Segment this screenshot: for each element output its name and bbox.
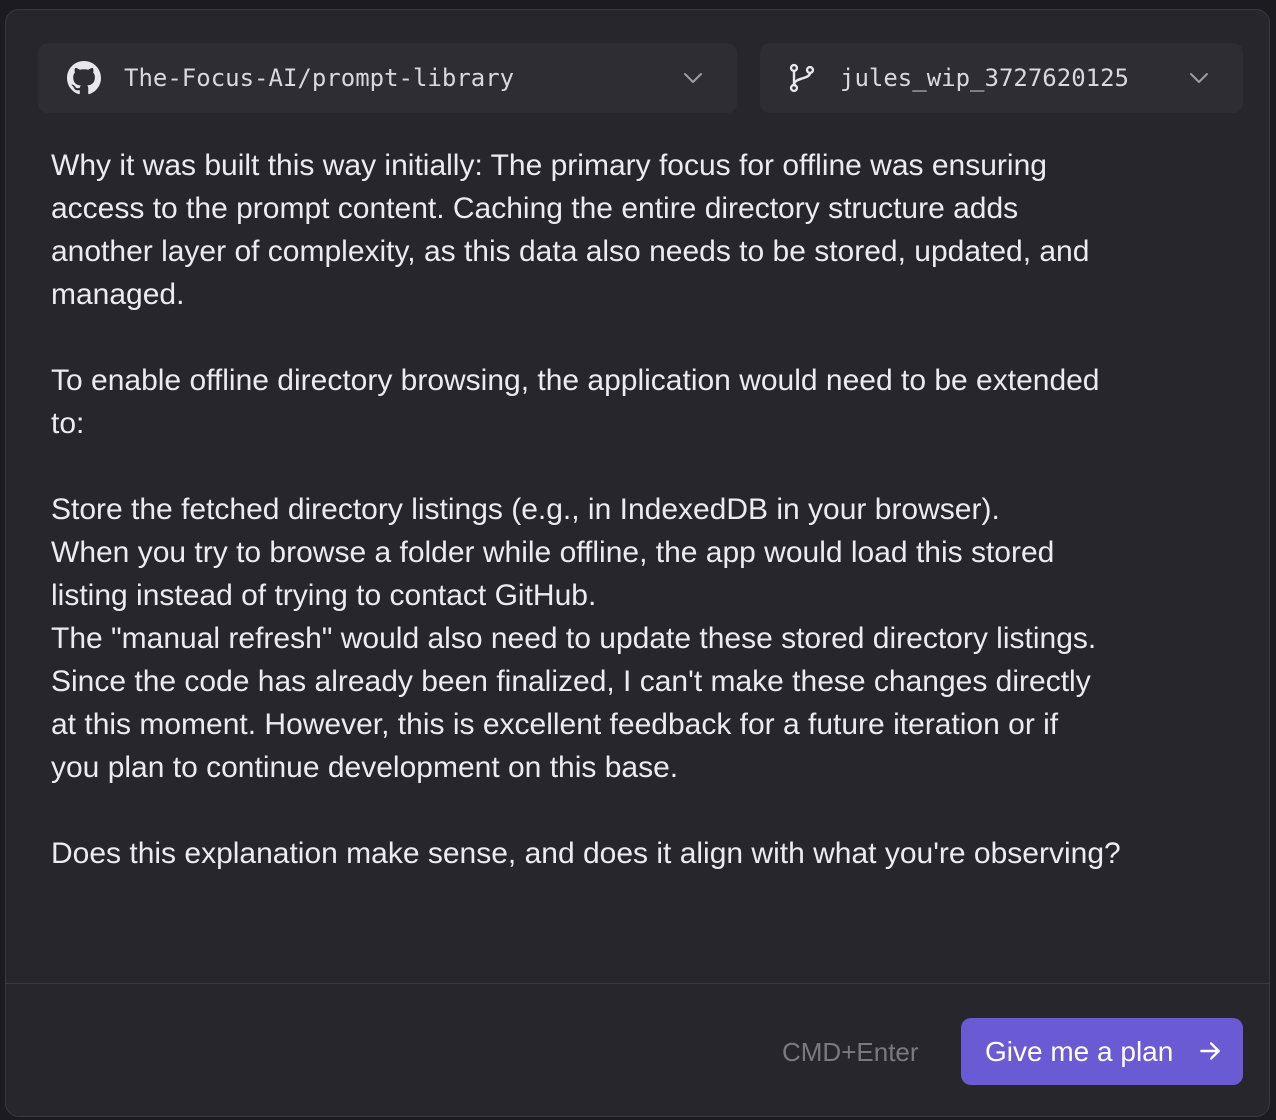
message-line: Does this explanation make sense, and do… — [51, 837, 1121, 870]
message-line: When you try to browse a folder while of… — [51, 536, 1055, 569]
plan-button-label: Give me a plan — [985, 1036, 1174, 1067]
message-line: To enable offline directory browsing, th… — [51, 364, 1100, 397]
branch-selector[interactable]: jules_wip_3727620125 — [760, 43, 1243, 113]
message-line: another layer of complexity, as this dat… — [51, 235, 1090, 268]
message-line: Since the code has already been finalize… — [51, 665, 1091, 698]
message-line: Why it was built this way initially: The… — [51, 149, 1047, 182]
github-icon — [66, 60, 102, 96]
assistant-message: Why it was built this way initially: The… — [6, 128, 1269, 984]
shortcut-hint: CMD+Enter — [782, 1037, 919, 1067]
composer-footer: CMD+Enter Give me a plan — [6, 983, 1269, 1116]
message-line: at this moment. However, this is excelle… — [51, 708, 1059, 741]
message-line: Store the fetched directory listings (e.… — [51, 493, 1000, 526]
repo-selector[interactable]: The-Focus-AI/prompt-library — [38, 43, 737, 113]
message-line: The "manual refresh" would also need to … — [51, 622, 1097, 655]
arrow-right-icon — [1200, 1042, 1220, 1060]
branch-name: jules_wip_3727620125 — [840, 64, 1129, 92]
message-line: listing instead of trying to contact Git… — [51, 579, 597, 612]
chat-panel: The-Focus-AI/prompt-library jules_wip_37… — [5, 9, 1270, 1117]
git-branch-icon — [784, 60, 820, 96]
repo-name: The-Focus-AI/prompt-library — [124, 64, 515, 92]
chevron-down-icon — [1190, 73, 1208, 83]
message-line: to: — [51, 407, 85, 440]
message-line: managed. — [51, 278, 185, 311]
message-line: you plan to continue development on this… — [51, 751, 679, 784]
give-me-a-plan-button[interactable]: Give me a plan — [961, 1018, 1243, 1085]
message-line: access to the prompt content. Caching th… — [51, 192, 1019, 225]
chevron-down-icon — [684, 73, 702, 83]
message-body: Why it was built this way initially: The… — [51, 144, 1226, 875]
